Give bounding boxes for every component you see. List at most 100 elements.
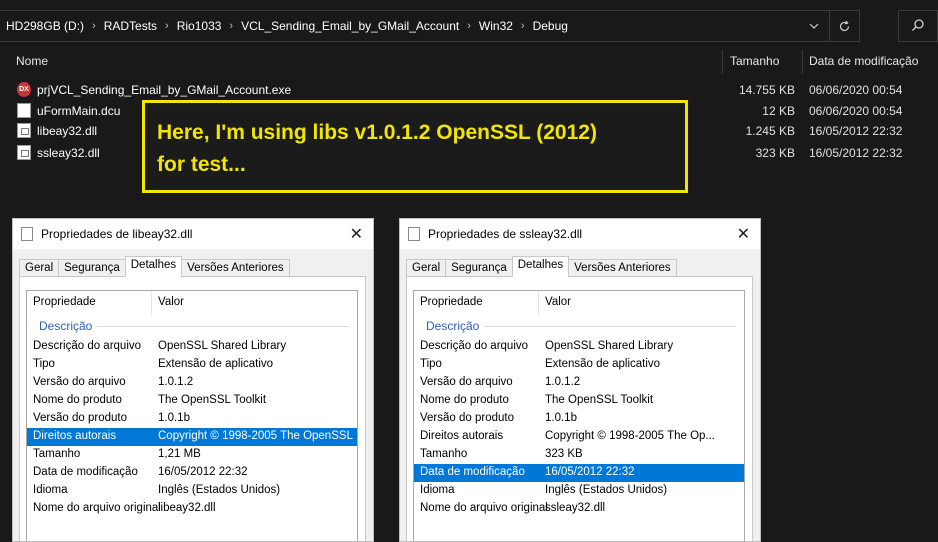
tab-geral[interactable]: Geral — [19, 259, 60, 277]
property-row[interactable]: Nome do arquivo original ssleay32.dll — [414, 500, 744, 518]
property-value: Copyright © 1998-2005 The Op... — [545, 430, 716, 442]
delphi-exe-icon: DX — [17, 82, 31, 97]
header-property[interactable]: Propriedade — [33, 296, 96, 308]
chevron-right-icon[interactable]: › — [165, 20, 169, 32]
property-value: Copyright © 1998-2005 The OpenSSL — [158, 430, 353, 442]
property-value: 1,21 MB — [158, 448, 201, 460]
file-name: ssleay32.dll — [37, 146, 100, 160]
annotation-line-2: for test... — [157, 153, 246, 176]
crumb-debug[interactable]: Debug — [533, 19, 568, 33]
column-name[interactable]: Nome — [16, 54, 48, 68]
property-row[interactable]: Direitos autorais Copyright © 1998-2005 T… — [414, 428, 744, 446]
property-value: OpenSSL Shared Library — [545, 340, 674, 352]
close-icon[interactable]: ✕ — [350, 224, 363, 244]
property-name: Tamanho — [33, 448, 81, 460]
address-tools — [799, 11, 859, 41]
header-value[interactable]: Valor — [545, 296, 571, 308]
tab-detalhes[interactable]: Detalhes — [511, 256, 570, 277]
crumb-win32[interactable]: Win32 — [479, 19, 513, 33]
refresh-icon[interactable] — [829, 11, 859, 41]
header-value[interactable]: Valor — [158, 296, 184, 308]
file-name: prjVCL_Sending_Email_by_GMail_Account.ex… — [37, 83, 292, 97]
tab-panel: Propriedade Valor Descrição Descrição do… — [19, 276, 366, 541]
tab-geral[interactable]: Geral — [406, 259, 447, 277]
tab-detalhes[interactable]: Detalhes — [124, 256, 183, 277]
crumb-drive[interactable]: HD298GB (D:) — [6, 19, 84, 33]
property-row[interactable]: Versão do produto 1.0.1b — [414, 410, 744, 428]
property-row[interactable]: Nome do produto The OpenSSL Toolkit — [414, 392, 744, 410]
dialog-titlebar[interactable]: Propriedades de libeay32.dll ✕ — [13, 219, 373, 249]
column-divider[interactable] — [538, 291, 539, 315]
property-name: Tipo — [33, 358, 55, 370]
chevron-right-icon[interactable]: › — [92, 20, 96, 32]
property-value: 323 KB — [545, 448, 583, 460]
details-list[interactable]: Propriedade Valor Descrição Descrição do… — [26, 290, 358, 541]
property-row[interactable]: Descrição do arquivo OpenSSL Shared Libra… — [414, 338, 744, 356]
tab-seguranca[interactable]: Segurança — [58, 259, 126, 277]
crumb-rio1033[interactable]: Rio1033 — [177, 19, 222, 33]
property-row[interactable]: Idioma Inglês (Estados Unidos) — [414, 482, 744, 500]
property-value: 1.0.1b — [158, 412, 190, 424]
chevron-right-icon[interactable]: › — [521, 20, 525, 32]
details-list[interactable]: Propriedade Valor Descrição Descrição do… — [413, 290, 745, 541]
property-row[interactable]: Tamanho 323 KB — [414, 446, 744, 464]
property-name: Data de modificação — [420, 466, 525, 478]
crumb-radtests[interactable]: RADTests — [104, 19, 157, 33]
dll-icon — [21, 227, 33, 241]
dialog-title: Propriedades de libeay32.dll — [41, 227, 193, 241]
property-name: Nome do arquivo original — [420, 502, 548, 514]
property-row-selected[interactable]: Data de modificação 16/05/2012 22:32 — [414, 464, 744, 482]
file-size: 12 KB — [762, 104, 795, 118]
property-value: Extensão de aplicativo — [158, 358, 274, 370]
file-row[interactable]: DX prjVCL_Sending_Email_by_GMail_Account… — [0, 80, 938, 100]
property-row[interactable]: Tamanho 1,21 MB — [27, 446, 357, 464]
crumb-project[interactable]: VCL_Sending_Email_by_GMail_Account — [241, 19, 459, 33]
property-row[interactable]: Nome do produto The OpenSSL Toolkit — [27, 392, 357, 410]
property-row-selected[interactable]: Direitos autorais Copyright © 1998-2005 T… — [27, 428, 357, 446]
column-divider[interactable] — [802, 50, 803, 74]
chevron-right-icon[interactable]: › — [229, 20, 233, 32]
search-icon[interactable] — [911, 18, 925, 35]
header-property[interactable]: Propriedade — [420, 296, 483, 308]
property-row[interactable]: Tipo Extensão de aplicativo — [27, 356, 357, 374]
property-row[interactable]: Versão do arquivo 1.0.1.2 — [414, 374, 744, 392]
group-divider — [97, 326, 349, 327]
file-size: 14.755 KB — [738, 83, 795, 97]
search-input[interactable] — [898, 10, 938, 42]
property-name: Direitos autorais — [420, 430, 504, 442]
address-bar[interactable]: HD298GB (D:) › RADTests › Rio1033 › VCL_… — [0, 10, 860, 42]
property-row[interactable]: Versão do produto 1.0.1b — [27, 410, 357, 428]
property-row[interactable]: Data de modificação 16/05/2012 22:32 — [27, 464, 357, 482]
file-icon — [17, 103, 31, 118]
property-row[interactable]: Descrição do arquivo OpenSSL Shared Libra… — [27, 338, 357, 356]
property-name: Descrição do arquivo — [420, 340, 529, 352]
property-row[interactable]: Idioma Inglês (Estados Unidos) — [27, 482, 357, 500]
tab-seguranca[interactable]: Segurança — [445, 259, 513, 277]
history-dropdown-icon[interactable] — [799, 11, 829, 41]
column-size[interactable]: Tamanho — [730, 54, 779, 68]
property-name: Direitos autorais — [33, 430, 117, 442]
group-header: Descrição — [39, 319, 93, 333]
dialog-titlebar[interactable]: Propriedades de ssleay32.dll ✕ — [400, 219, 760, 249]
property-name: Idioma — [33, 484, 68, 496]
property-value: 1.0.1b — [545, 412, 577, 424]
file-name: uFormMain.dcu — [37, 104, 121, 118]
tab-versoes-anteriores[interactable]: Versões Anteriores — [568, 259, 677, 277]
tab-versoes-anteriores[interactable]: Versões Anteriores — [181, 259, 290, 277]
column-modified[interactable]: Data de modificação — [809, 54, 918, 68]
property-name: Versão do produto — [420, 412, 514, 424]
property-value: Inglês (Estados Unidos) — [545, 484, 668, 496]
property-value: Inglês (Estados Unidos) — [158, 484, 281, 496]
property-row[interactable]: Tipo Extensão de aplicativo — [414, 356, 744, 374]
group-header: Descrição — [426, 319, 480, 333]
property-name: Nome do produto — [33, 394, 122, 406]
chevron-right-icon[interactable]: › — [467, 20, 471, 32]
column-divider[interactable] — [151, 291, 152, 315]
column-divider[interactable] — [722, 50, 723, 74]
close-icon[interactable]: ✕ — [737, 224, 750, 244]
details-header: Propriedade Valor — [27, 291, 357, 315]
dialog-title: Propriedades de ssleay32.dll — [428, 227, 583, 241]
property-row[interactable]: Versão do arquivo 1.0.1.2 — [27, 374, 357, 392]
property-value: ssleay32.dll — [545, 502, 606, 514]
property-row[interactable]: Nome do arquivo original libeay32.dll — [27, 500, 357, 518]
